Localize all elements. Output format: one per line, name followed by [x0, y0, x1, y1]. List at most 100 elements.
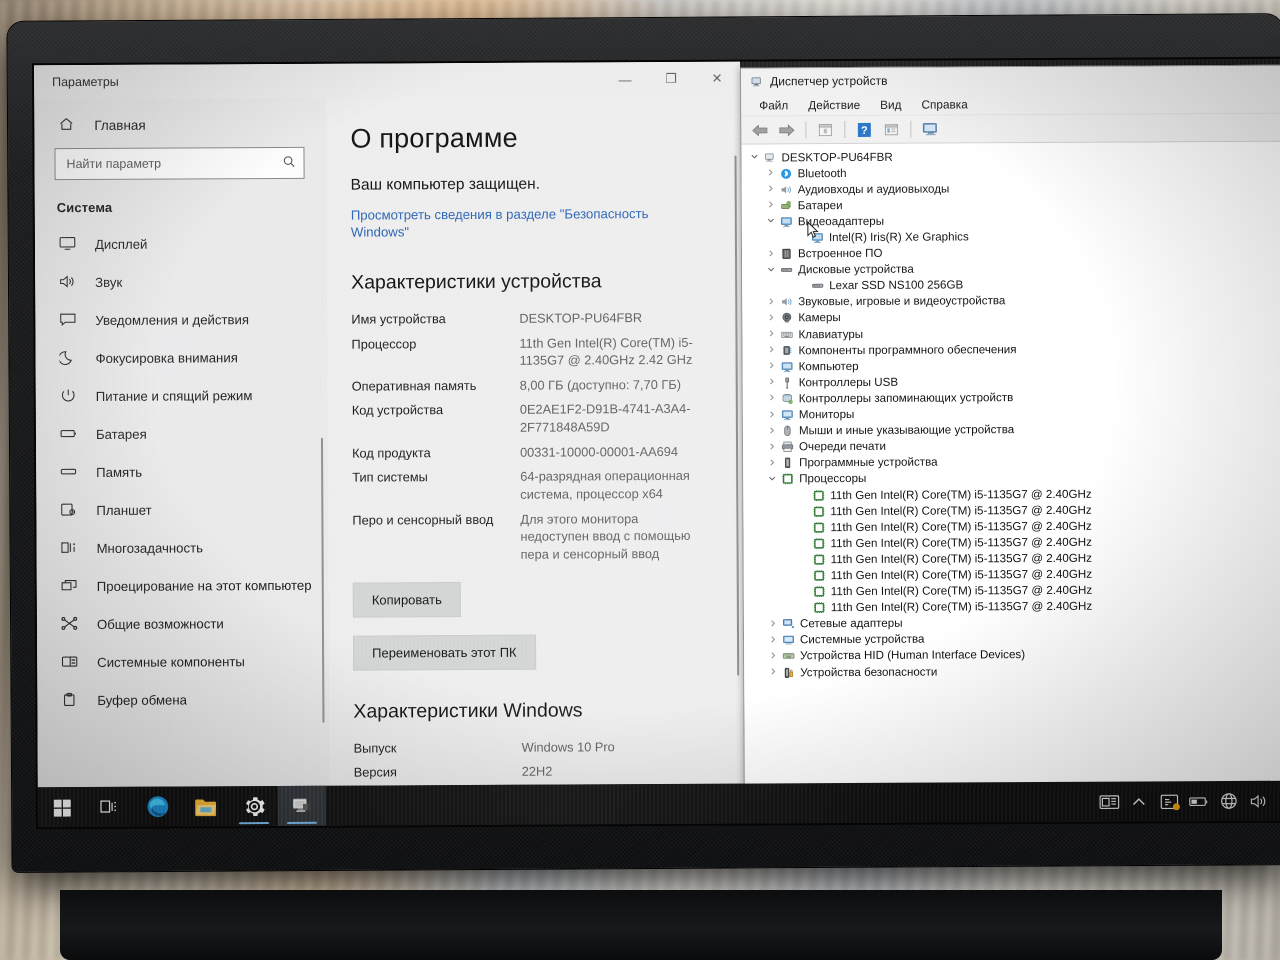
tree-node[interactable]: Устройства безопасности	[744, 662, 1280, 681]
sidebar-item-home[interactable]: Главная	[34, 106, 326, 145]
sidebar-item-13[interactable]: Буфер обмена	[37, 680, 329, 720]
close-button[interactable]: ✕	[694, 62, 740, 96]
news-and-interests-icon[interactable]	[1095, 782, 1123, 822]
device-manager-title-bar[interactable]: Диспетчер устройств	[741, 65, 1280, 95]
processor-icon	[810, 521, 827, 534]
sound-video-icon	[778, 296, 795, 309]
laptop-deck	[60, 890, 1222, 960]
tree-node-label: Клавиатуры	[798, 327, 864, 341]
device-manager-button[interactable]	[277, 785, 326, 827]
chevron-down-icon[interactable]	[764, 474, 779, 484]
sidebar-item-6[interactable]: Батарея	[36, 414, 328, 454]
task-view-button[interactable]	[86, 787, 134, 827]
edge-button[interactable]	[134, 787, 182, 827]
onedrive-warning-icon[interactable]	[1155, 781, 1183, 821]
start-button[interactable]	[38, 787, 86, 827]
device-tree[interactable]: DESKTOP-PU64FBR Bluetooth Аудиовходы и ауд…	[741, 141, 1280, 807]
projecting-icon	[59, 578, 79, 595]
chevron-right-icon[interactable]	[763, 185, 778, 195]
sidebar-item-10[interactable]: Проецирование на этот компьютер	[37, 566, 329, 606]
tree-node-label: Intel(R) Iris(R) Xe Graphics	[828, 230, 969, 245]
chevron-right-icon[interactable]	[765, 619, 780, 629]
chevron-right-icon[interactable]	[763, 169, 778, 179]
chevron-right-icon[interactable]	[763, 249, 778, 259]
chevron-down-icon[interactable]	[763, 265, 778, 275]
rename-pc-button[interactable]: Переименовать этот ПК	[353, 634, 536, 671]
windows-security-link[interactable]: Просмотреть сведения в разделе "Безопасн…	[351, 205, 651, 241]
menu-item-1[interactable]: Файл	[749, 96, 798, 114]
sidebar-item-3[interactable]: Уведомления и действия	[35, 300, 327, 340]
tree-node-label: 11th Gen Intel(R) Core(TM) i5-1135G7 @ 2…	[830, 551, 1093, 567]
chevron-right-icon[interactable]	[764, 426, 779, 436]
back-arrow-icon[interactable]	[747, 119, 771, 141]
chevron-down-icon[interactable]	[746, 153, 761, 163]
chevron-right-icon[interactable]	[763, 329, 778, 339]
tree-node-label: Устройства безопасности	[800, 665, 938, 679]
chevron-down-icon[interactable]	[763, 217, 778, 227]
sidebar-item-2[interactable]: Звук	[35, 262, 327, 302]
device-specifications-table: Имя устройства DESKTOP-PU64FBR Процессор 11…	[351, 309, 708, 565]
battery-icon	[58, 426, 78, 443]
system-components-icon	[59, 654, 79, 671]
tree-node-label: Lexar SSD NS100 256GB	[829, 278, 964, 293]
chevron-right-icon[interactable]	[764, 410, 779, 420]
battery-icon[interactable]	[1185, 781, 1213, 821]
audio-io-icon	[778, 183, 795, 196]
chevron-right-icon[interactable]	[763, 346, 778, 356]
menu-item-4[interactable]: Справка	[911, 95, 977, 113]
device-manager-icon	[749, 74, 763, 88]
device-manager-window: Диспетчер устройств Файл Действие Вид Справ…	[740, 64, 1280, 808]
menu-item-2[interactable]: Действие	[798, 95, 870, 113]
sidebar-item-8[interactable]: Планшет	[36, 490, 328, 530]
volume-icon[interactable]	[1245, 781, 1273, 821]
sidebar-item-4[interactable]: Фокусировка внимания	[35, 338, 327, 378]
maximize-button[interactable]: ❐	[648, 62, 694, 96]
chevron-right-icon[interactable]	[764, 442, 779, 452]
tree-node-label: Мониторы	[798, 408, 855, 422]
camera-icon	[778, 312, 795, 325]
file-explorer-button[interactable]	[182, 786, 230, 826]
home-icon	[56, 116, 76, 135]
minimize-button[interactable]: —	[602, 62, 648, 96]
show-hidden-icons-chevron-icon[interactable]	[1125, 781, 1153, 821]
chevron-right-icon[interactable]	[764, 378, 779, 388]
settings-title-bar[interactable]: Параметры — ❐ ✕	[34, 61, 741, 100]
chevron-right-icon[interactable]	[764, 458, 779, 468]
sidebar-item-label: Системные компоненты	[97, 653, 245, 670]
sidebar-item-9[interactable]: Многозадачность	[36, 528, 328, 568]
chevron-right-icon[interactable]	[763, 297, 778, 307]
chevron-right-icon[interactable]	[765, 635, 780, 645]
chevron-right-icon[interactable]	[765, 651, 780, 661]
chevron-right-icon[interactable]	[764, 362, 779, 372]
spec-value: Windows 10 Pro	[521, 738, 615, 755]
chevron-right-icon[interactable]	[764, 394, 779, 404]
help-icon[interactable]: ?	[852, 118, 876, 140]
properties-icon[interactable]	[813, 119, 837, 141]
sidebar-item-7[interactable]: Память	[36, 452, 328, 492]
hid-devices-icon	[780, 650, 797, 663]
spec-key: Версия	[353, 764, 398, 780]
scan-hardware-icon[interactable]	[918, 118, 942, 140]
sidebar-item-1[interactable]: Дисплей	[35, 224, 327, 264]
copy-button[interactable]: Копировать	[352, 581, 461, 618]
menu-item-3[interactable]: Вид	[870, 95, 911, 113]
windows-specs-heading: Характеристики Windows	[353, 699, 583, 723]
sidebar-item-12[interactable]: Системные компоненты	[37, 642, 329, 682]
settings-button[interactable]	[230, 786, 278, 826]
network-globe-icon[interactable]	[1215, 781, 1243, 821]
mouse-icon	[779, 424, 796, 437]
sidebar-item-11[interactable]: Общие возможности	[37, 604, 329, 644]
search-input[interactable]	[66, 155, 283, 172]
forward-arrow-icon[interactable]	[774, 119, 798, 141]
spec-row: Код устройства 0E2AE1F2-D91B-4741-A3A4-2F…	[352, 400, 708, 437]
chevron-right-icon[interactable]	[763, 313, 778, 323]
chevron-right-icon[interactable]	[763, 201, 778, 211]
processor-icon	[810, 537, 827, 550]
update-driver-icon[interactable]	[879, 118, 903, 140]
main-pane-scrollbar-thumb[interactable]	[734, 155, 740, 676]
sidebar-item-5[interactable]: Питание и спящий режим	[36, 376, 328, 416]
chevron-right-icon[interactable]	[765, 667, 780, 677]
tree-node-label: 11th Gen Intel(R) Core(TM) i5-1135G7 @ 2…	[830, 503, 1092, 518]
spec-row: Перо и сенсорный ввод Для этого монитора …	[352, 510, 708, 565]
search-box[interactable]	[54, 146, 305, 181]
